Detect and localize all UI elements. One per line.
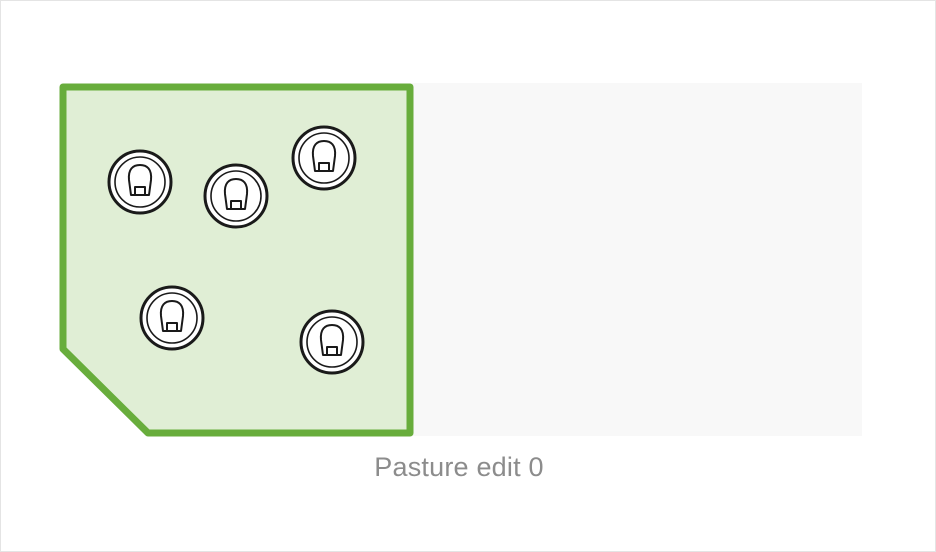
cow-face-icon <box>139 285 205 351</box>
pasture-boundary[interactable] <box>59 83 414 437</box>
cow-face-icon <box>291 125 357 191</box>
animal-marker[interactable] <box>299 309 365 375</box>
animal-marker[interactable] <box>291 125 357 191</box>
pasture-name-label: Pasture edit 0 <box>374 452 544 482</box>
cow-face-icon <box>107 149 173 215</box>
animal-marker[interactable] <box>139 285 205 351</box>
cow-face-icon <box>299 309 365 375</box>
cow-face-icon <box>203 163 269 229</box>
animal-marker[interactable] <box>203 163 269 229</box>
animal-marker[interactable] <box>107 149 173 215</box>
